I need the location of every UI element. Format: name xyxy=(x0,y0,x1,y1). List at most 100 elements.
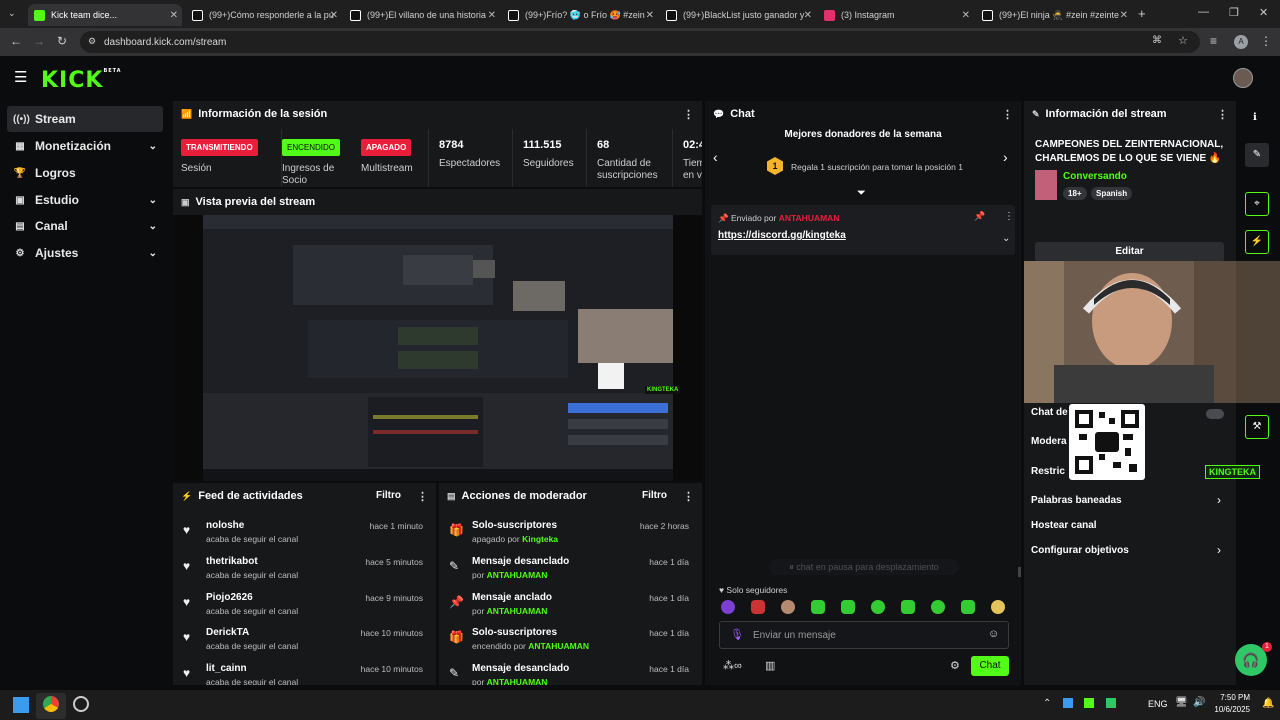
users-infinity-icon[interactable]: ⁂∞ xyxy=(723,659,742,672)
chevron-down-icon[interactable]: ⌄ xyxy=(1002,233,1010,244)
microphone-icon[interactable]: 🎙 xyxy=(730,628,744,641)
pinned-link[interactable]: https://discord.gg/kingteka xyxy=(718,230,846,241)
network-icon[interactable]: 🖥 xyxy=(1175,697,1188,708)
mod-action-user[interactable]: ANTAHUAMAN xyxy=(528,641,589,651)
hamburger-menu-icon[interactable]: ☰ xyxy=(14,68,27,86)
volume-icon[interactable]: 🔊 xyxy=(1193,697,1205,708)
chevron-right-icon[interactable]: › xyxy=(1003,149,1008,165)
feed-username[interactable]: thetrikabot xyxy=(206,556,258,567)
emote[interactable] xyxy=(781,600,795,614)
filter-button[interactable]: Filtro xyxy=(642,490,667,501)
user-avatar[interactable] xyxy=(1233,68,1253,88)
info-icon[interactable]: ℹ xyxy=(1253,112,1257,123)
mod-action-user[interactable]: Kingteka xyxy=(522,534,558,544)
mod-action-user[interactable]: ANTAHUAMAN xyxy=(487,606,548,616)
close-tab-icon[interactable]: ✕ xyxy=(170,10,178,21)
tab-instagram[interactable]: (3) Instagram ✕ xyxy=(818,4,974,26)
raid-quick-action-icon[interactable]: ⚡ xyxy=(1245,230,1269,254)
more-options-icon[interactable]: ⋮ xyxy=(417,490,428,503)
media-icon[interactable]: ≡ xyxy=(1210,34,1217,48)
close-tab-icon[interactable]: ✕ xyxy=(330,10,338,21)
back-icon[interactable]: ← xyxy=(10,34,22,48)
collapse-icon[interactable]: ⏷ xyxy=(857,187,866,200)
emote[interactable] xyxy=(991,600,1005,614)
reload-icon[interactable]: ↻ xyxy=(57,34,67,48)
chevron-right-icon[interactable]: › xyxy=(1217,543,1221,557)
tab-tiktok-1[interactable]: (99+)Cómo responderle a la pu ✕ xyxy=(186,4,342,26)
category-thumbnail[interactable] xyxy=(1035,170,1057,200)
emote[interactable] xyxy=(901,600,915,614)
chevron-left-icon[interactable]: ‹ xyxy=(713,149,718,165)
tray-app-icon[interactable] xyxy=(1106,698,1116,708)
tab-tiktok-5[interactable]: (99+)El ninja 🥷 #zein #zeinte ✕ xyxy=(976,4,1132,26)
chrome-icon[interactable] xyxy=(43,696,59,712)
tab-tiktok-4[interactable]: (99+)BlackList justo ganador y ✕ xyxy=(660,4,816,26)
more-options-icon[interactable]: ⋮ xyxy=(683,108,694,121)
setting-row[interactable]: Modera xyxy=(1031,436,1067,447)
obs-icon[interactable] xyxy=(73,696,89,712)
pinned-username[interactable]: ANTAHUAMAN xyxy=(779,213,840,223)
mod-action-user[interactable]: ANTAHUAMAN xyxy=(487,677,548,685)
setting-row[interactable]: Restric xyxy=(1031,466,1065,477)
clock-time[interactable]: 7:50 PM xyxy=(1210,693,1250,702)
more-options-icon[interactable]: ⋮ xyxy=(1004,211,1014,222)
sidebar-item-estudio[interactable]: ▣ Estudio ⌄ xyxy=(7,187,163,213)
browser-menu-icon[interactable]: ⋮ xyxy=(1260,34,1272,48)
close-tab-icon[interactable]: ✕ xyxy=(488,10,496,21)
chat-toggle[interactable] xyxy=(1206,409,1224,419)
setting-row-banned-words[interactable]: Palabras baneadas xyxy=(1031,495,1122,506)
emoji-icon[interactable]: ☺ xyxy=(988,628,999,640)
feed-username[interactable]: noloshe xyxy=(206,520,244,531)
category-name[interactable]: Conversando xyxy=(1063,171,1127,182)
edit-quick-action-icon[interactable]: ✎ xyxy=(1245,143,1269,167)
chat-input[interactable]: 🎙 Enviar un mensaje ☺ xyxy=(719,621,1009,649)
chevron-right-icon[interactable]: › xyxy=(1217,493,1221,507)
more-options-icon[interactable]: ⋮ xyxy=(683,490,694,503)
profile-avatar[interactable]: A xyxy=(1234,35,1248,49)
emote[interactable] xyxy=(751,600,765,614)
forward-icon[interactable]: → xyxy=(33,34,45,48)
close-tab-icon[interactable]: ✕ xyxy=(646,10,654,21)
mod-action-user[interactable]: ANTAHUAMAN xyxy=(487,570,548,580)
more-options-icon[interactable]: ⋮ xyxy=(1002,108,1013,121)
moderation-quick-action-icon[interactable]: ⚒ xyxy=(1245,415,1269,439)
sidebar-item-stream[interactable]: ((•)) Stream xyxy=(7,106,163,132)
video-player[interactable]: KINGTEKA xyxy=(173,215,702,481)
feed-username[interactable]: lit_cainn xyxy=(206,663,247,674)
address-bar[interactable]: ⚙ dashboard.kick.com/stream ⌘ ☆ xyxy=(80,31,1200,53)
store-icon[interactable]: ▥ xyxy=(765,659,775,672)
tab-tiktok-3[interactable]: (99+)Frío? 🥶 o Frío 🥵 #zein ✕ xyxy=(502,4,658,26)
close-tab-icon[interactable]: ✕ xyxy=(804,10,812,21)
tray-app-icon[interactable] xyxy=(1084,698,1094,708)
site-info-icon[interactable]: ⚙ xyxy=(88,36,96,47)
more-options-icon[interactable]: ⋮ xyxy=(1217,108,1228,121)
sidebar-item-logros[interactable]: 🏆 Logros xyxy=(7,160,163,186)
restore-icon[interactable]: ❐ xyxy=(1229,6,1239,19)
notifications-icon[interactable]: 🔔 xyxy=(1262,698,1274,709)
chat-paused-notice[interactable]: ⏸ chat en pausa para desplazamiento xyxy=(769,559,959,575)
tray-app-icon[interactable] xyxy=(1063,698,1073,708)
close-tab-icon[interactable]: ✕ xyxy=(1120,10,1128,21)
sidebar-item-ajustes[interactable]: ⚙ Ajustes ⌄ xyxy=(7,240,163,266)
translate-icon[interactable]: ⌘ xyxy=(1152,35,1162,46)
pin-icon[interactable]: 📌 xyxy=(974,211,985,222)
setting-row[interactable]: Chat de xyxy=(1031,407,1068,418)
tab-search-icon[interactable]: ⌄ xyxy=(8,8,16,19)
send-chat-button[interactable]: Chat xyxy=(971,656,1009,676)
tab-kick[interactable]: Kick team dice... ✕ xyxy=(28,4,182,26)
setting-row-host[interactable]: Hostear canal xyxy=(1031,520,1097,531)
close-tab-icon[interactable]: ✕ xyxy=(962,10,970,21)
settings-gear-icon[interactable]: ⚙ xyxy=(950,659,960,672)
input-language[interactable]: ENG xyxy=(1148,699,1168,709)
kick-logo[interactable]: KICKBETA xyxy=(41,68,122,93)
clip-quick-action-icon[interactable]: ⌖ xyxy=(1245,192,1269,216)
windows-start-icon[interactable] xyxy=(13,697,29,713)
tray-chevron-icon[interactable]: ⌃ xyxy=(1043,698,1051,709)
scrollbar[interactable] xyxy=(1018,567,1021,577)
feed-username[interactable]: DerickTA xyxy=(206,627,249,638)
sidebar-item-monetizacion[interactable]: ▦ Monetización ⌄ xyxy=(7,133,163,159)
emote[interactable] xyxy=(841,600,855,614)
minimize-icon[interactable]: — xyxy=(1198,6,1209,18)
tab-tiktok-2[interactable]: (99+)El villano de una historia ✕ xyxy=(344,4,500,26)
emote[interactable] xyxy=(871,600,885,614)
